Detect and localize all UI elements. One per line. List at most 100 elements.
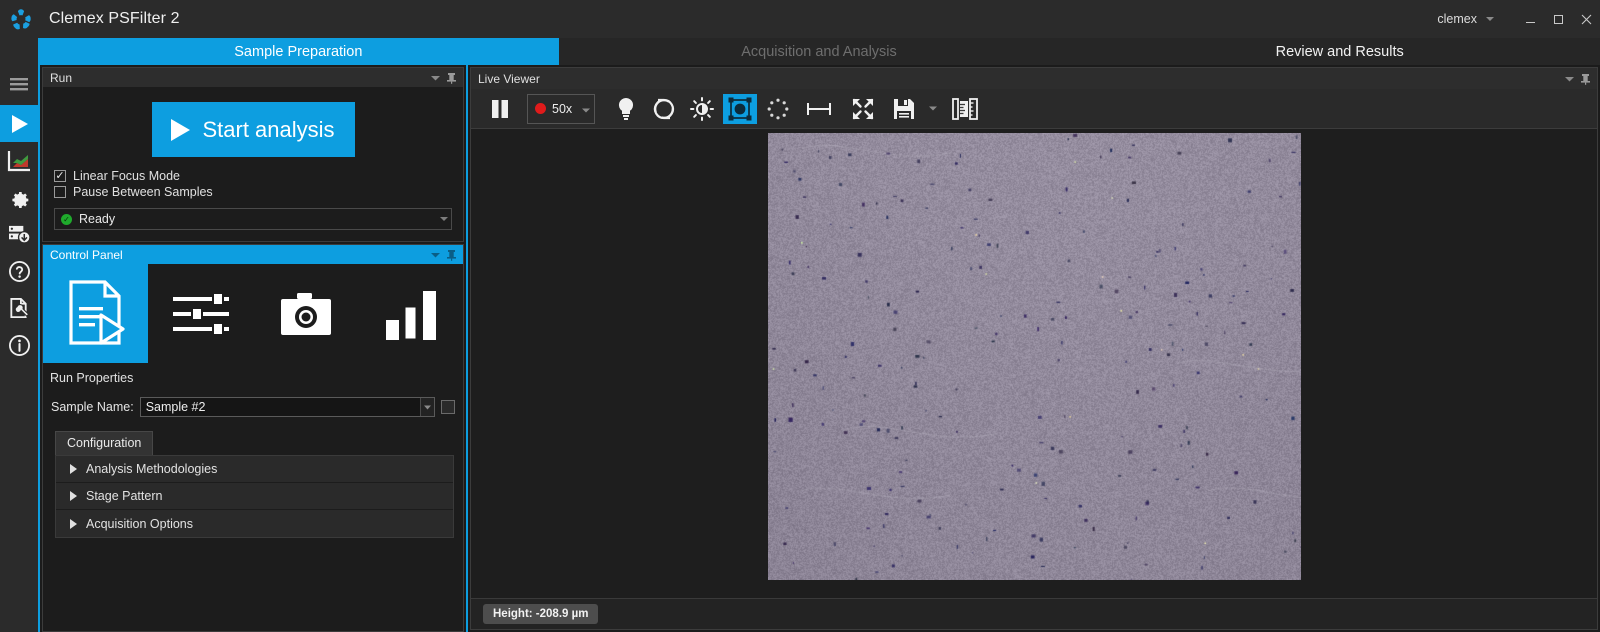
sidebar-item-diagnostics[interactable] [0, 290, 38, 327]
app-title: Clemex PSFilter 2 [49, 10, 180, 27]
stage-tab-review-and-results[interactable]: Review and Results [1079, 38, 1600, 65]
chevron-down-icon[interactable] [427, 70, 443, 86]
expand-arrows-icon [852, 98, 874, 119]
pin-icon[interactable] [443, 70, 459, 86]
run-panel-header: Run [43, 68, 463, 87]
config-section-acquisition-options[interactable]: Acquisition Options [56, 510, 453, 537]
pause-icon [492, 99, 508, 118]
cp-tab-acquisition[interactable] [253, 264, 358, 363]
light-bulb-icon [619, 97, 634, 120]
sidebar-item-about[interactable] [0, 327, 38, 364]
config-section-label: Analysis Methodologies [86, 462, 218, 476]
tab-configuration[interactable]: Configuration [55, 431, 154, 455]
maximize-button[interactable] [1544, 0, 1572, 38]
run-panel-title: Run [50, 70, 73, 85]
main-body: Run Start analysis ✓ Linear Focus Mode P… [0, 65, 1600, 632]
control-panel-active-tab-name: Run Properties [50, 371, 134, 385]
user-menu-chevron-down-icon[interactable] [1486, 17, 1494, 21]
sidebar-item-run[interactable] [0, 105, 38, 142]
run-status-dropdown[interactable]: ✓ Ready [54, 208, 452, 230]
save-image-button[interactable] [887, 94, 921, 124]
user-menu-label[interactable]: clemex [1437, 12, 1477, 26]
camera-icon [280, 292, 331, 335]
chevron-down-icon[interactable] [427, 247, 443, 263]
pin-icon[interactable] [443, 247, 459, 263]
scale-settings-button[interactable] [945, 94, 985, 124]
pause-live-button[interactable] [483, 94, 517, 124]
stage-tab-bar: Sample Preparation Acquisition and Analy… [0, 38, 1600, 65]
auto-focus-button[interactable] [647, 94, 681, 124]
pause-between-samples-row[interactable]: Pause Between Samples [54, 185, 454, 199]
magnification-dropdown[interactable]: 50x [527, 93, 596, 124]
sidebar-item-data-export[interactable] [0, 216, 38, 253]
fit-to-window-button[interactable] [843, 94, 883, 124]
stage-tab-sample-preparation[interactable]: Sample Preparation [38, 38, 559, 65]
cp-tab-run-properties[interactable] [43, 264, 148, 363]
hamburger-menu-icon[interactable] [0, 65, 38, 102]
title-bar: Clemex PSFilter 2 clemex [0, 0, 1600, 38]
sidebar-item-help[interactable] [0, 253, 38, 290]
save-options-chevron-down-icon[interactable] [925, 94, 941, 124]
chevron-right-icon[interactable] [70, 518, 77, 529]
region-of-interest-button[interactable] [723, 93, 758, 124]
run-panel: Run Start analysis ✓ Linear Focus Mode P… [42, 67, 464, 242]
play-icon [171, 118, 191, 141]
play-icon [12, 114, 28, 133]
live-viewer-status-bar: Height: -208.9 µm [471, 598, 1597, 629]
config-section-label: Stage Pattern [86, 489, 163, 503]
chevron-down-icon[interactable] [582, 100, 591, 118]
illumination-button[interactable] [609, 94, 643, 124]
sample-name-row: Sample Name: Sample #2 [43, 391, 463, 417]
config-section-label: Acquisition Options [86, 516, 194, 531]
magnification-value: 50x [552, 101, 573, 116]
live-viewer-toolbar: 50x [471, 89, 1597, 129]
document-wrench-icon [10, 298, 30, 319]
sample-name-dropdown-button[interactable] [420, 398, 434, 416]
sidebar-item-charts[interactable] [0, 142, 38, 179]
cp-tab-adjustments[interactable] [148, 264, 253, 363]
pause-between-samples-checkbox[interactable] [54, 186, 66, 198]
configuration-section-list: Analysis Methodologies Stage Pattern Acq… [55, 455, 454, 538]
sample-name-label: Sample Name: [51, 400, 134, 414]
sample-name-options-button[interactable] [441, 400, 455, 414]
config-section-analysis-methodologies[interactable]: Analysis Methodologies [56, 456, 453, 483]
live-viewer-header: Live Viewer [471, 68, 1597, 89]
linear-focus-mode-checkbox[interactable] [54, 170, 66, 182]
close-button[interactable] [1572, 0, 1600, 38]
stage-tab-gutter [0, 38, 38, 65]
minimize-button[interactable] [1516, 0, 1544, 38]
brightness-button[interactable] [685, 94, 719, 124]
measure-width-icon [807, 102, 832, 115]
info-circle-icon [8, 335, 30, 356]
run-panel-body: Start analysis Linear Focus Mode Pause B… [43, 87, 463, 241]
bar-chart-icon [385, 290, 436, 340]
live-viewer-stage [471, 129, 1597, 598]
live-viewer-panel: Live Viewer 50x Height: -208.9 µm [470, 67, 1598, 630]
clemex-pinwheel-logo-icon [3, 1, 39, 37]
pin-icon[interactable] [1577, 71, 1593, 87]
frame-target-icon [728, 97, 752, 120]
start-analysis-label: Start analysis [202, 116, 335, 142]
loading-dots-icon [767, 98, 789, 119]
height-status-badge: Height: -208.9 µm [483, 604, 599, 624]
microscope-live-image[interactable] [767, 133, 1301, 580]
chevron-right-icon[interactable] [70, 491, 77, 501]
title-bar-controls: clemex [1437, 0, 1600, 38]
stage-tab-label: Acquisition and Analysis [741, 43, 897, 60]
control-panel-header: Control Panel [43, 245, 463, 264]
chevron-down-icon[interactable] [1561, 71, 1577, 87]
control-panel-body: Run Properties Sample Name: Sample #2 Co… [43, 264, 463, 631]
start-analysis-button[interactable]: Start analysis [151, 102, 355, 157]
sample-name-combo[interactable]: Sample #2 [139, 397, 435, 417]
control-panel-title: Control Panel [50, 247, 123, 262]
linear-focus-mode-row[interactable]: Linear Focus Mode [54, 169, 454, 183]
chevron-down-icon[interactable] [440, 217, 448, 221]
measure-button[interactable] [799, 94, 839, 124]
linear-focus-mode-label: Linear Focus Mode [73, 169, 181, 183]
stage-tab-acquisition-and-analysis[interactable]: Acquisition and Analysis [559, 38, 1080, 65]
sidebar-item-settings[interactable] [0, 179, 38, 216]
config-section-stage-pattern[interactable]: Stage Pattern [56, 483, 453, 510]
calibration-button[interactable] [761, 94, 795, 124]
cp-tab-results[interactable] [358, 264, 463, 363]
chevron-right-icon[interactable] [70, 464, 77, 474]
